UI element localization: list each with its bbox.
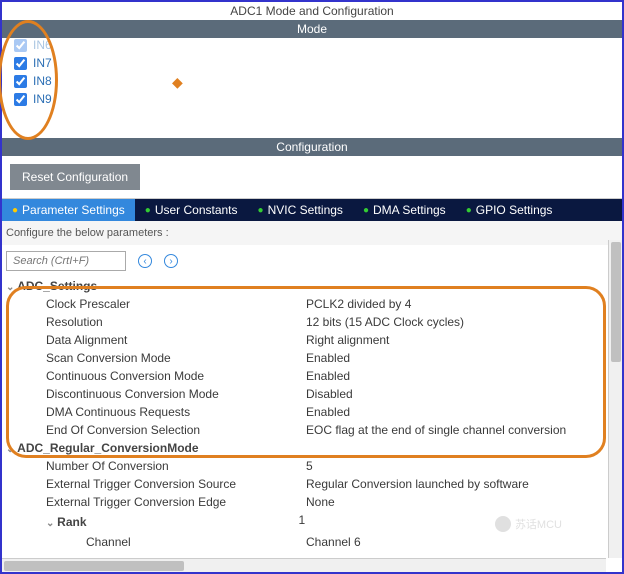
- group-adc-regular[interactable]: ADC_Regular_ConversionMode: [6, 439, 618, 457]
- param-value: Enabled: [306, 351, 350, 365]
- param-label: Data Alignment: [46, 333, 306, 347]
- channel-checkbox-in8[interactable]: [14, 75, 27, 88]
- param-label: Channel: [86, 535, 306, 549]
- param-label: Discontinuous Conversion Mode: [46, 387, 306, 401]
- config-description: Configure the below parameters :: [2, 221, 622, 245]
- param-value: Enabled: [306, 369, 350, 383]
- vertical-scrollbar[interactable]: [608, 240, 622, 558]
- mode-section-header: Mode: [2, 20, 622, 38]
- param-row[interactable]: Discontinuous Conversion ModeDisabled: [6, 385, 618, 403]
- param-row[interactable]: External Trigger Conversion SourceRegula…: [6, 475, 618, 493]
- horizontal-scrollbar-thumb[interactable]: [4, 561, 184, 571]
- watermark-icon: [495, 516, 511, 532]
- param-row[interactable]: ChannelChannel 6: [6, 533, 618, 551]
- param-value: EOC flag at the end of single channel co…: [306, 423, 566, 437]
- param-label: External Trigger Conversion Edge: [46, 495, 306, 509]
- param-label: Clock Prescaler: [46, 297, 306, 311]
- parameters-panel: ADC_Settings Clock PrescalerPCLK2 divide…: [2, 277, 622, 551]
- search-prev-icon[interactable]: ‹: [138, 254, 152, 268]
- param-label: DMA Continuous Requests: [46, 405, 306, 419]
- watermark: 苏话MCU: [495, 516, 562, 532]
- tab-nvic-settings[interactable]: NVIC Settings: [248, 199, 353, 221]
- param-label: Resolution: [46, 315, 306, 329]
- watermark-text: 苏话MCU: [515, 516, 562, 532]
- window-title: ADC1 Mode and Configuration: [2, 2, 622, 20]
- search-bar: ‹ ›: [2, 245, 622, 277]
- tab-user-constants[interactable]: User Constants: [135, 199, 248, 221]
- param-label: External Trigger Conversion Source: [46, 477, 306, 491]
- param-value: Right alignment: [306, 333, 389, 347]
- channel-label-in8: IN8: [33, 74, 52, 88]
- param-row[interactable]: Data AlignmentRight alignment: [6, 331, 618, 349]
- reset-bar: Reset Configuration: [2, 156, 622, 199]
- param-row[interactable]: End Of Conversion SelectionEOC flag at t…: [6, 421, 618, 439]
- param-label: End Of Conversion Selection: [46, 423, 306, 437]
- param-value: None: [306, 495, 335, 509]
- annotation-dot: ◆: [172, 74, 183, 91]
- param-row[interactable]: Continuous Conversion ModeEnabled: [6, 367, 618, 385]
- param-row[interactable]: DMA Continuous RequestsEnabled: [6, 403, 618, 421]
- param-row[interactable]: Resolution12 bits (15 ADC Clock cycles): [6, 313, 618, 331]
- search-next-icon[interactable]: ›: [164, 254, 178, 268]
- vertical-scrollbar-thumb[interactable]: [611, 242, 621, 362]
- param-value: Regular Conversion launched by software: [306, 477, 529, 491]
- param-row[interactable]: Scan Conversion ModeEnabled: [6, 349, 618, 367]
- mode-content: IN6 IN7 IN8 IN9 ◆: [2, 38, 622, 138]
- sub-rank-value: 1: [299, 513, 306, 531]
- config-section-header: Configuration: [2, 138, 622, 156]
- param-value: 12 bits (15 ADC Clock cycles): [306, 315, 464, 329]
- channel-checkbox-in7[interactable]: [14, 57, 27, 70]
- param-value: Enabled: [306, 405, 350, 419]
- param-row[interactable]: External Trigger Conversion EdgeNone: [6, 493, 618, 511]
- horizontal-scrollbar[interactable]: [2, 558, 606, 572]
- param-row[interactable]: Number Of Conversion5: [6, 457, 618, 475]
- channel-checkbox-in6[interactable]: [14, 39, 27, 52]
- tab-parameter-settings[interactable]: Parameter Settings: [2, 199, 135, 221]
- param-label: Scan Conversion Mode: [46, 351, 306, 365]
- channel-checkbox-in9[interactable]: [14, 93, 27, 106]
- param-value: 5: [306, 459, 313, 473]
- param-row[interactable]: Clock PrescalerPCLK2 divided by 4: [6, 295, 618, 313]
- channel-label-in7: IN7: [33, 56, 52, 70]
- tab-dma-settings[interactable]: DMA Settings: [353, 199, 456, 221]
- param-value: Channel 6: [306, 535, 361, 549]
- sub-rank-label: Rank: [46, 513, 87, 531]
- param-value: Disabled: [306, 387, 353, 401]
- param-label: Continuous Conversion Mode: [46, 369, 306, 383]
- config-tabs: Parameter Settings User Constants NVIC S…: [2, 199, 622, 221]
- param-value: PCLK2 divided by 4: [306, 297, 411, 311]
- tab-gpio-settings[interactable]: GPIO Settings: [456, 199, 563, 221]
- channel-label-in9: IN9: [33, 92, 52, 106]
- reset-configuration-button[interactable]: Reset Configuration: [10, 164, 140, 190]
- group-adc-settings[interactable]: ADC_Settings: [6, 277, 618, 295]
- search-input[interactable]: [6, 251, 126, 271]
- param-label: Number Of Conversion: [46, 459, 306, 473]
- channel-label-in6: IN6: [33, 38, 52, 52]
